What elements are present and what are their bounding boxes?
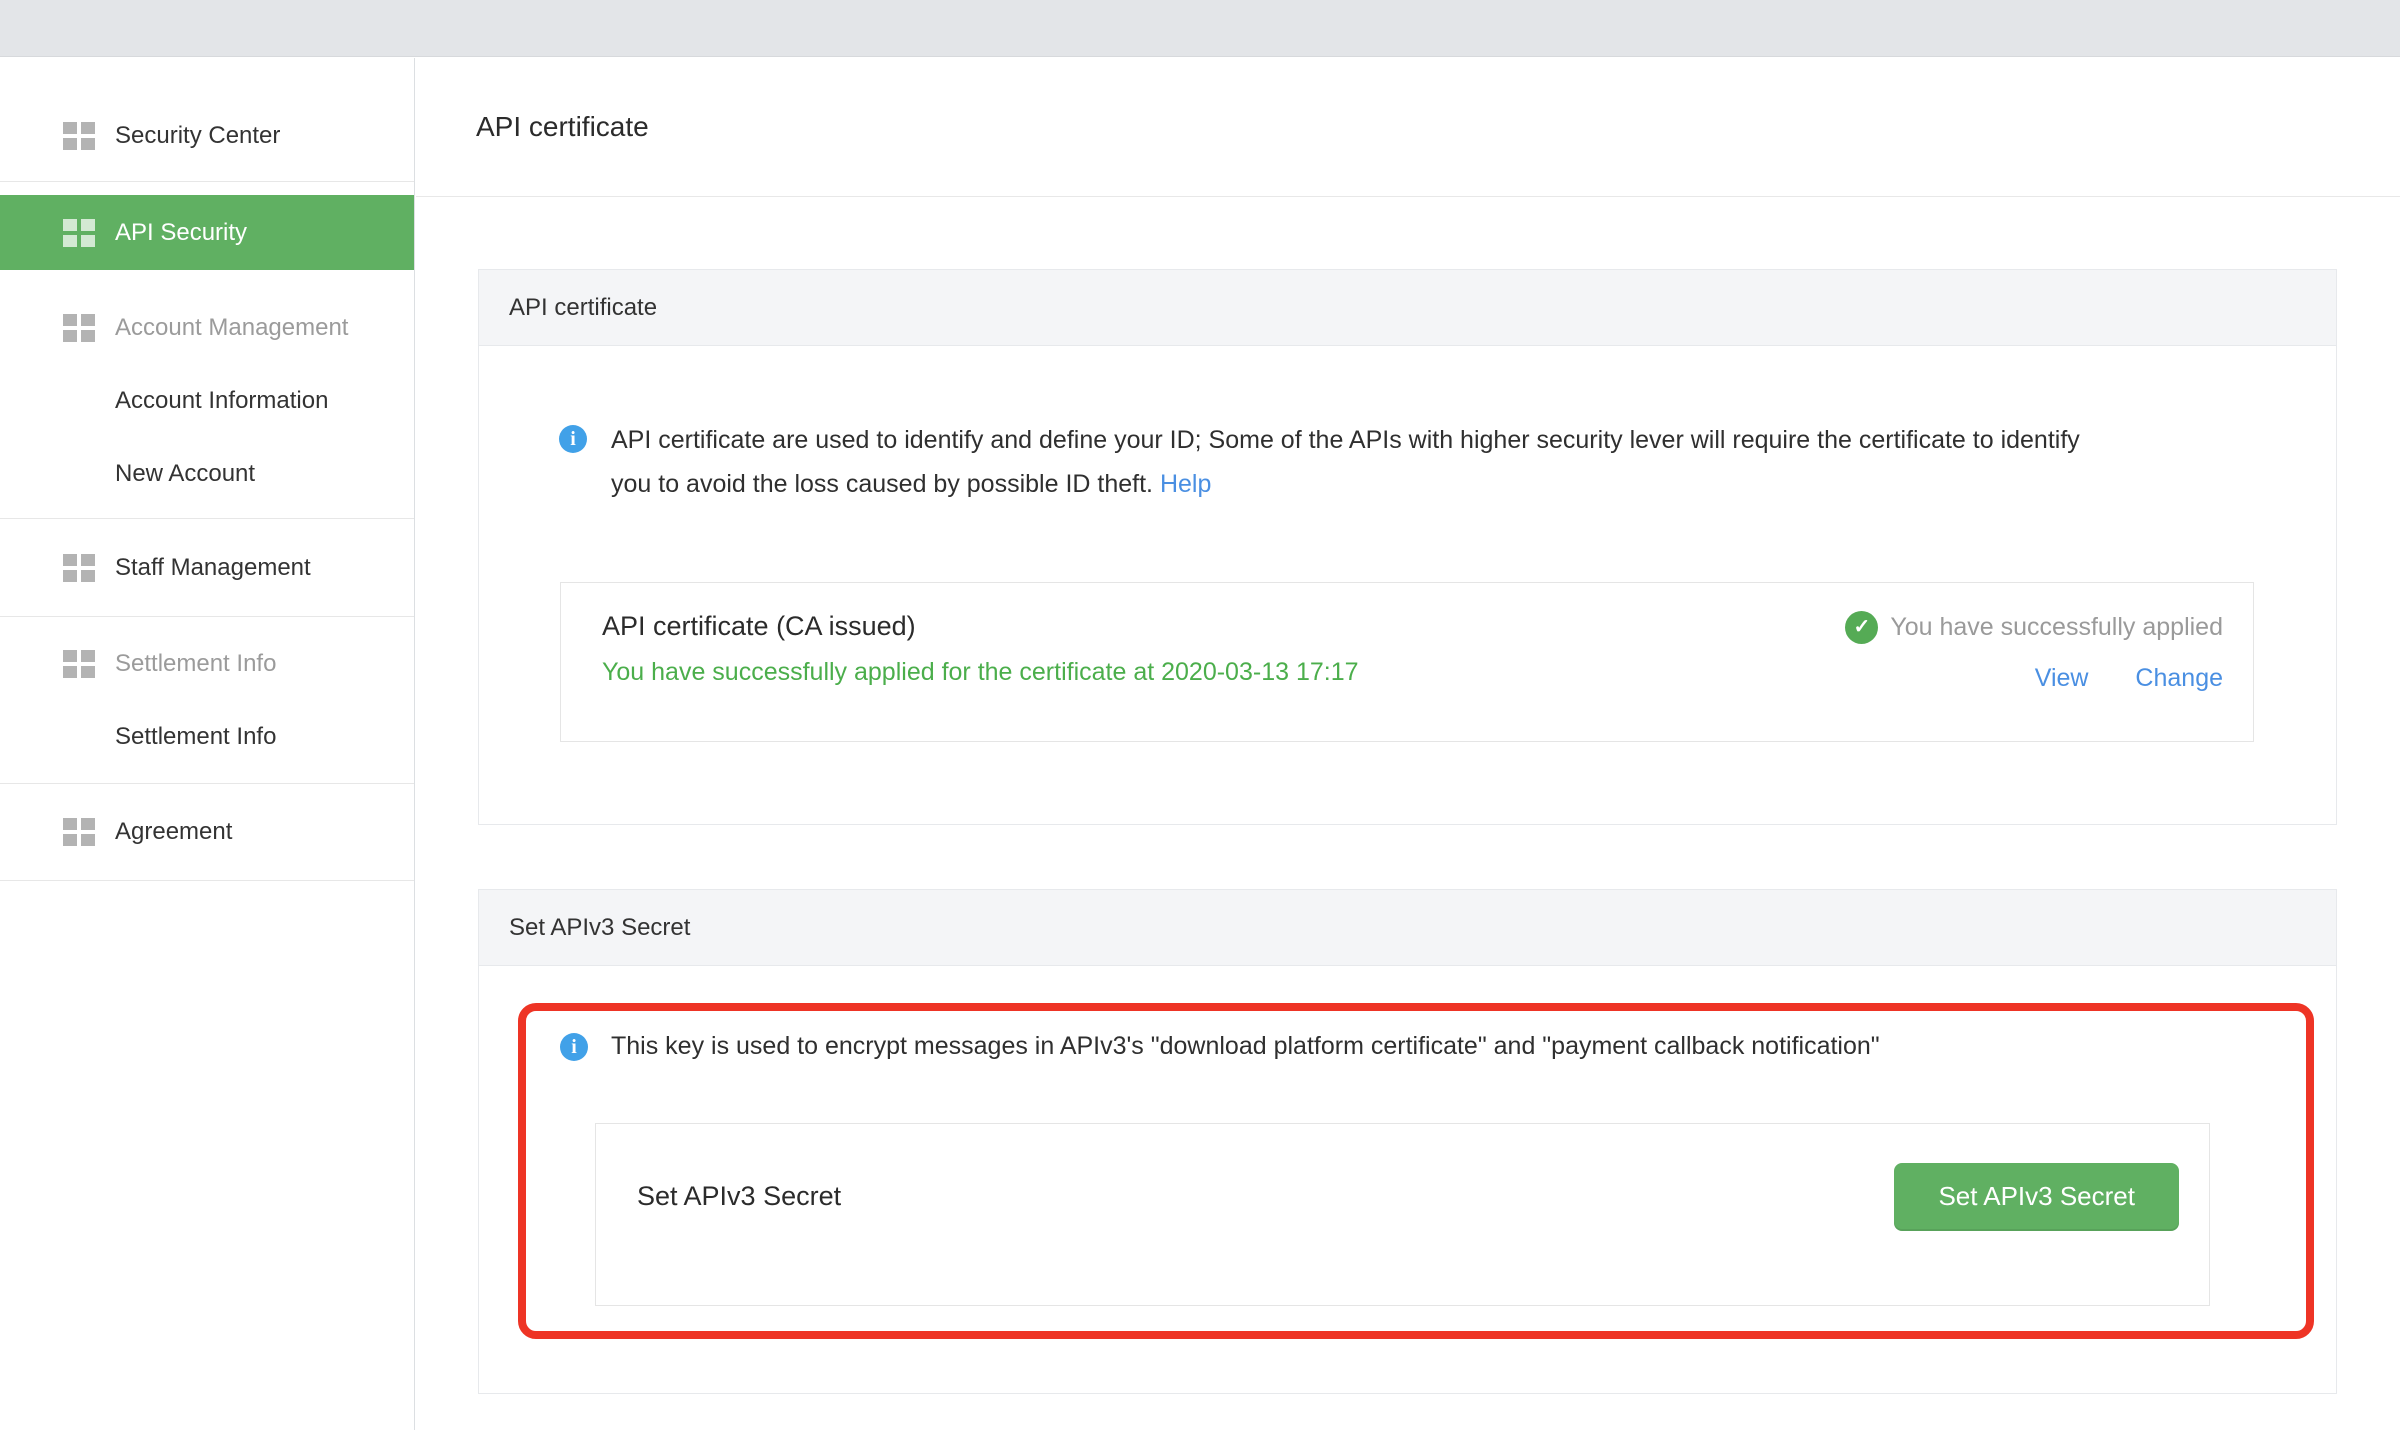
grid-icon	[63, 554, 95, 582]
sidebar-item-label: Settlement Info	[115, 650, 276, 678]
panel-api-certificate-header: API certificate	[479, 270, 2336, 346]
sidebar-card-security: Security Center	[0, 91, 414, 182]
sidebar-card-agreement: Agreement	[0, 784, 414, 881]
apiv3-info: i This key is used to encrypt messages i…	[560, 1032, 2262, 1061]
sidebar-item-new-account[interactable]: New Account	[0, 437, 414, 510]
certificate-box-left: API certificate (CA issued) You have suc…	[602, 609, 1359, 741]
set-apiv3-secret-button[interactable]: Set APIv3 Secret	[1894, 1163, 2179, 1231]
help-link[interactable]: Help	[1160, 470, 1211, 498]
page-title: API certificate	[476, 111, 649, 143]
change-link[interactable]: Change	[2135, 664, 2223, 692]
certificate-title: API certificate (CA issued)	[602, 609, 1359, 643]
panel-apiv3-secret: Set APIv3 Secret i This key is used to e…	[478, 889, 2337, 1394]
sidebar-item-label: API Security	[115, 219, 247, 247]
grid-icon	[63, 219, 95, 247]
sidebar-item-staff-management[interactable]: Staff Management	[0, 519, 414, 616]
sidebar-item-label: Settlement Info	[115, 723, 276, 751]
sidebar-item-label: Security Center	[115, 122, 280, 150]
check-circle-icon: ✓	[1845, 611, 1878, 644]
apiv3-secret-label: Set APIv3 Secret	[637, 1181, 841, 1212]
certificate-box-right: ✓ You have successfully applied View Cha…	[1845, 609, 2223, 741]
main-content: API certificate API certificate i API ce…	[416, 58, 2400, 1430]
sidebar-menu: Security Center API Security Account Man…	[0, 91, 414, 881]
apiv3-info-text: This key is used to encrypt messages in …	[611, 1032, 1880, 1061]
api-certificate-info-text: API certificate are used to identify and…	[611, 418, 2080, 506]
apiv3-secret-box: Set APIv3 Secret Set APIv3 Secret	[595, 1123, 2210, 1306]
info-icon: i	[559, 425, 587, 453]
info-line-2: you to avoid the loss caused by possible…	[611, 462, 2080, 506]
sidebar-item-label: New Account	[115, 460, 255, 488]
sidebar-item-label: Staff Management	[115, 554, 311, 582]
grid-icon	[63, 650, 95, 678]
panel-header-title: API certificate	[509, 294, 657, 322]
certificate-applied-text: You have successfully applied for the ce…	[602, 657, 1359, 687]
grid-icon	[63, 314, 95, 342]
panel-header-title: Set APIv3 Secret	[509, 914, 690, 942]
sidebar-item-agreement[interactable]: Agreement	[0, 784, 414, 880]
view-link[interactable]: View	[2035, 664, 2089, 692]
apiv3-highlight-box: i This key is used to encrypt messages i…	[518, 1003, 2314, 1339]
sidebar-card-account: Account Management Account Information N…	[0, 283, 414, 519]
top-bar	[0, 0, 2400, 57]
sidebar-item-account-management[interactable]: Account Management	[0, 291, 414, 364]
certificate-status: ✓ You have successfully applied	[1845, 611, 2223, 644]
certificate-status-text: You have successfully applied	[1890, 613, 2223, 642]
api-certificate-info: i API certificate are used to identify a…	[479, 346, 2336, 506]
sidebar-card-settlement: Settlement Info Settlement Info	[0, 617, 414, 784]
sidebar-card-staff: Staff Management	[0, 519, 414, 617]
sidebar-item-label: Account Information	[115, 387, 328, 415]
sidebar-item-security-center[interactable]: Security Center	[0, 91, 414, 181]
sidebar-item-label: Agreement	[115, 818, 232, 846]
certificate-links: View Change	[2035, 664, 2223, 693]
panel-apiv3-secret-header: Set APIv3 Secret	[479, 890, 2336, 966]
sidebar: Security Center API Security Account Man…	[0, 58, 415, 1430]
certificate-box: API certificate (CA issued) You have suc…	[560, 582, 2254, 742]
sidebar-item-api-security[interactable]: API Security	[0, 195, 414, 270]
info-icon: i	[560, 1033, 588, 1061]
grid-icon	[63, 122, 95, 150]
grid-icon	[63, 818, 95, 846]
page: Security Center API Security Account Man…	[0, 0, 2400, 1430]
sidebar-item-account-information[interactable]: Account Information	[0, 364, 414, 437]
sidebar-item-settlement-info[interactable]: Settlement Info	[0, 700, 414, 773]
panel-api-certificate: API certificate i API certificate are us…	[478, 269, 2337, 825]
sidebar-item-settlement-info-group[interactable]: Settlement Info	[0, 627, 414, 700]
page-header: API certificate	[416, 58, 2400, 197]
info-line-1: API certificate are used to identify and…	[611, 418, 2080, 462]
sidebar-item-label: Account Management	[115, 314, 348, 342]
